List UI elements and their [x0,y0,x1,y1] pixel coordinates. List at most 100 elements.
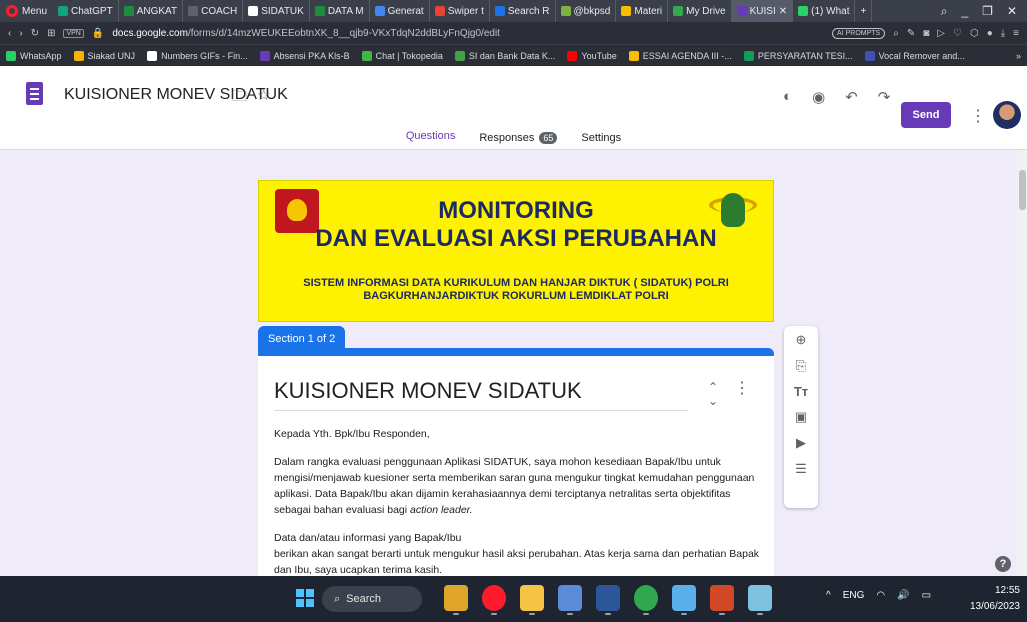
add-video-icon[interactable]: ▶ [796,435,806,451]
form-description[interactable]: Kepada Yth. Bpk/Ibu Responden, Dalam ran… [274,426,762,576]
bookmark-label: Vocal Remover and... [878,50,965,61]
bookmark-item[interactable]: Chat | Tokopedia [361,50,443,61]
opera-menu-button[interactable]: Menu [0,0,53,22]
tab-label: SIDATUK [261,5,304,17]
powerpoint-icon[interactable] [710,585,734,615]
add-title-icon[interactable]: Tт [794,384,808,399]
minimize-icon[interactable]: _ [961,4,968,19]
bookmark-item[interactable]: Absensi PKA Kls-B [259,50,350,61]
tabs-grid-icon[interactable]: ⊞ [47,28,55,39]
close-tab-icon[interactable]: ✕ [779,6,787,17]
bookmark-item[interactable]: Siakad UNJ [73,50,135,61]
add-section-icon[interactable]: ☰ [795,461,807,477]
bookmark-item[interactable]: WhatsApp [6,50,62,61]
help-icon[interactable]: ? [995,556,1011,572]
url-path: /forms/d/14mzWEUKEEobtnXK_8__qjb9-VKxTdq… [187,27,500,39]
avatar[interactable] [993,101,1021,129]
browser-tab[interactable]: ChatGPT [53,0,119,22]
search-tabs-icon[interactable]: ⌕ [941,4,948,19]
search-icon[interactable]: ⌕ [893,28,899,39]
google-forms-logo-icon[interactable] [26,82,43,105]
bookmark-item[interactable]: Numbers GIFs - Fin... [147,50,248,61]
browser-tab[interactable]: (1) What [793,0,856,22]
import-questions-icon[interactable]: ⎘ [796,358,806,374]
extensions-icon[interactable]: ⬡ [970,28,979,39]
photos-icon[interactable] [672,585,696,615]
more-options-icon[interactable]: ⋮ [970,106,986,126]
undo-icon[interactable]: ↶ [845,88,858,106]
ai-prompts-button[interactable]: AI PROMPTS [832,27,886,39]
opera-browser-icon[interactable] [482,585,506,615]
send-button[interactable]: Send [901,102,951,128]
browser-tab[interactable]: DATA M [310,0,370,22]
wifi-icon[interactable]: ◠ [876,590,885,601]
forward-icon[interactable]: › [19,28,22,39]
app-icon[interactable] [558,585,582,615]
star-icon[interactable]: ☆ [257,86,270,111]
browser-tab[interactable]: @bkpsd [556,0,617,22]
add-image-icon[interactable]: ▣ [795,409,807,425]
clock[interactable]: 12:55 13/06/2023 [964,583,1020,615]
battery-icon[interactable]: ▭ [922,590,931,601]
edge-icon[interactable] [634,585,658,615]
volume-icon[interactable]: 🔊 [897,590,909,601]
opera-logo-icon [6,5,18,17]
browser-tab[interactable]: My Drive [668,0,732,22]
profile-icon[interactable]: ● [987,28,993,39]
bookmark-item[interactable]: SI dan Bank Data K... [454,50,555,61]
language-indicator[interactable]: ENG [843,590,865,601]
browser-tab[interactable]: COACH [183,0,244,22]
heart-icon[interactable]: ♡ [953,28,962,39]
bookmark-item[interactable]: Vocal Remover and... [864,50,965,61]
browser-tab[interactable]: Search R [490,0,556,22]
browser-tab[interactable]: Generat [370,0,430,22]
browser-tab[interactable]: ANGKAT [119,0,184,22]
browser-tab[interactable]: Materi [616,0,669,22]
collapse-section-icon[interactable]: ⌃ ⌄ [708,380,718,408]
app-icon-2[interactable] [748,585,772,615]
redo-icon[interactable]: ↷ [878,88,891,106]
close-window-icon[interactable]: ✕ [1007,4,1017,19]
move-to-folder-icon[interactable]: 🗀 [232,86,247,111]
back-icon[interactable]: ‹ [8,28,11,39]
browser-tab[interactable]: Swiper t [430,0,490,22]
tab-label: Search R [507,5,550,17]
restore-icon[interactable]: ❐ [982,4,993,19]
word-icon[interactable] [596,585,620,615]
browser-tab[interactable]: SIDATUK [243,0,310,22]
preview-eye-icon[interactable]: ◉ [812,88,825,106]
bookmark-item[interactable]: PERSYARATAN TESI... [743,50,853,61]
bookmark-favicon-icon [743,50,754,61]
tab-settings[interactable]: Settings [577,126,625,153]
vpn-badge[interactable]: VPN [63,28,84,38]
new-tab-button[interactable]: + [855,0,873,22]
easy-setup-icon[interactable]: ≡ [1013,28,1019,39]
section-header-card[interactable]: KUISIONER MONEV SIDATUK ⌃ ⌄ ⋮ Kepada Yth.… [258,348,774,576]
tray-chevron-icon[interactable]: ^ [826,590,831,601]
url-field[interactable]: docs.google.com/forms/d/14mzWEUKEEobtnXK… [112,28,500,39]
download-icon[interactable]: ⤓ [1001,28,1005,39]
scrollbar-thumb[interactable] [1019,170,1026,210]
file-explorer-icon[interactable] [520,585,544,615]
edit-icon[interactable]: ✎ [907,28,915,39]
bookmark-favicon-icon [361,50,372,61]
bookmark-item[interactable]: YouTube [567,50,617,61]
customize-theme-icon[interactable]: ◐ [783,88,792,106]
browser-tab[interactable]: KUISI ✕ [731,0,794,22]
form-title[interactable]: KUISIONER MONEV SIDATUK [274,378,582,404]
taskbar-search-box[interactable]: ⌕ Search [322,586,422,612]
tab-label: ANGKAT [136,5,178,17]
add-question-icon[interactable]: ⊕ [796,332,807,348]
tab-responses[interactable]: Responses 65 [475,126,561,153]
scrollbar[interactable] [1017,150,1027,576]
section-more-icon[interactable]: ⋮ [734,378,750,398]
reload-icon[interactable]: ↻ [31,28,39,39]
play-icon[interactable]: ▷ [937,28,945,39]
tab-questions[interactable]: Questions [401,126,460,153]
more-bookmarks-icon[interactable]: » [1016,51,1021,61]
widgets-icon[interactable] [444,585,468,615]
bookmark-item[interactable]: ESSAI AGENDA III -... [628,50,732,61]
windows-start-icon[interactable] [296,589,314,607]
banner-title-line2: DAN EVALUASI AKSI PERUBAHAN [315,225,717,252]
camera-icon[interactable]: ◙ [923,28,929,39]
